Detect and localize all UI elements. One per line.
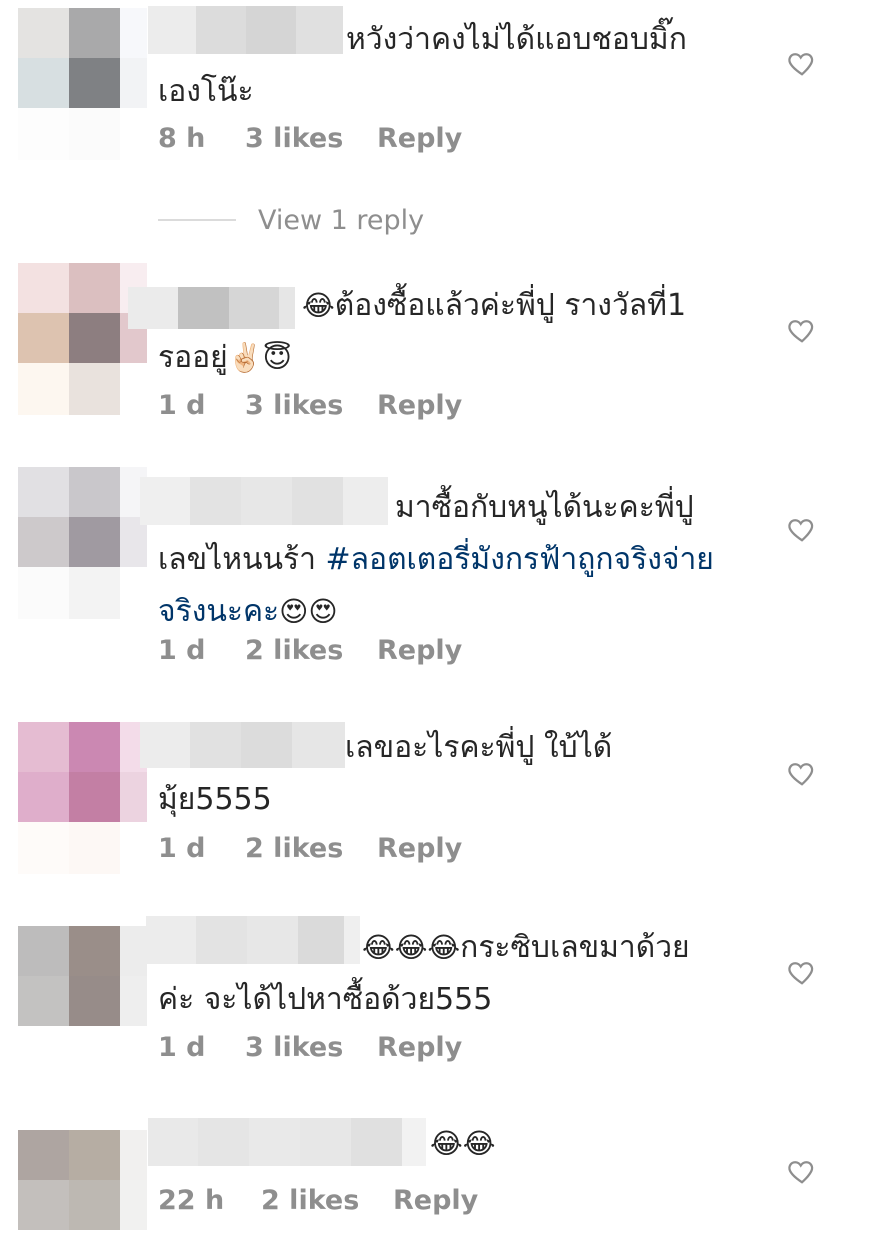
comment-meta: 1 d 2 likes Reply <box>158 828 462 868</box>
heart-outline-icon[interactable] <box>787 957 817 987</box>
heart-outline-icon[interactable] <box>787 1156 817 1186</box>
comment-text: 😂ต้องซื้อแล้วค่ะพี่ปู รางวัลที่1 รออยู่✌… <box>158 288 687 375</box>
avatar[interactable] <box>18 8 147 160</box>
comment-meta: 1 d 2 likes Reply <box>158 630 462 670</box>
reply-button[interactable]: Reply <box>377 123 462 154</box>
comment-meta: 22 h 2 likes Reply <box>158 1180 478 1220</box>
comment-time: 22 h <box>158 1184 225 1216</box>
emoji-peace-angel: ✌🏻😇 <box>227 341 292 374</box>
heart-outline-icon[interactable] <box>787 758 817 788</box>
likes-count[interactable]: 3 likes <box>245 123 377 154</box>
comment-text: มาซื้อกับหนูได้นะคะพี่ปู เลขไหนนร้า #ลอต… <box>158 490 714 629</box>
heart-outline-icon[interactable] <box>787 48 817 78</box>
comment-time: 1 d <box>158 1031 206 1063</box>
reply-button[interactable]: Reply <box>377 833 462 864</box>
comment-meta: 8 h 3 likes Reply <box>158 118 462 158</box>
reply-button[interactable]: Reply <box>377 390 462 421</box>
avatar[interactable] <box>18 467 147 619</box>
comment-meta: 1 d 3 likes Reply <box>158 385 462 425</box>
comment-time: 1 d <box>158 634 206 666</box>
reply-button[interactable]: Reply <box>377 1032 462 1063</box>
view-replies-button[interactable]: View 1 reply <box>158 198 424 242</box>
heart-outline-icon[interactable] <box>787 514 817 544</box>
divider-line <box>158 219 236 221</box>
avatar[interactable] <box>18 722 147 874</box>
avatar[interactable] <box>18 1130 147 1230</box>
comment-time: 8 h <box>158 122 206 154</box>
comment-meta: 1 d 3 likes Reply <box>158 1027 462 1067</box>
hashtag-link[interactable]: จริงนะคะ <box>158 594 279 629</box>
avatar[interactable] <box>18 263 147 415</box>
reply-button[interactable]: Reply <box>377 635 462 666</box>
likes-count[interactable]: 2 likes <box>261 1185 393 1216</box>
comment-text: หวังว่าคงไม่ได้แอบชอบมิ๊ก เองโน๊ะ <box>158 22 687 109</box>
comment-time: 1 d <box>158 832 206 864</box>
emoji-laughing: 😂 <box>302 289 335 322</box>
likes-count[interactable]: 3 likes <box>245 1032 377 1063</box>
hashtag-link[interactable]: #ลอตเตอรี่มังกรฟ้าถูกจริงจ่าย <box>326 542 714 577</box>
comment-text: เลขอะไรคะพี่ปู ใบ้ได้ มุ้ย5555 <box>158 730 613 817</box>
emoji-heart-eyes: 😍😍 <box>279 595 338 628</box>
heart-outline-icon[interactable] <box>787 315 817 345</box>
reply-button[interactable]: Reply <box>393 1185 478 1216</box>
emoji-laughing: 😂😂😂 <box>362 931 461 964</box>
comment-text: 😂😂😂กระซิบเลขมาด้วย ค่ะ จะได้ไปหาซื้อด้วย… <box>158 930 690 1017</box>
likes-count[interactable]: 2 likes <box>245 635 377 666</box>
emoji-laughing: 😂😂 <box>430 1127 496 1160</box>
likes-count[interactable]: 3 likes <box>245 390 377 421</box>
comment-time: 1 d <box>158 389 206 421</box>
comment-text: 😂😂 <box>158 1118 758 1170</box>
likes-count[interactable]: 2 likes <box>245 833 377 864</box>
avatar[interactable] <box>18 926 147 1078</box>
